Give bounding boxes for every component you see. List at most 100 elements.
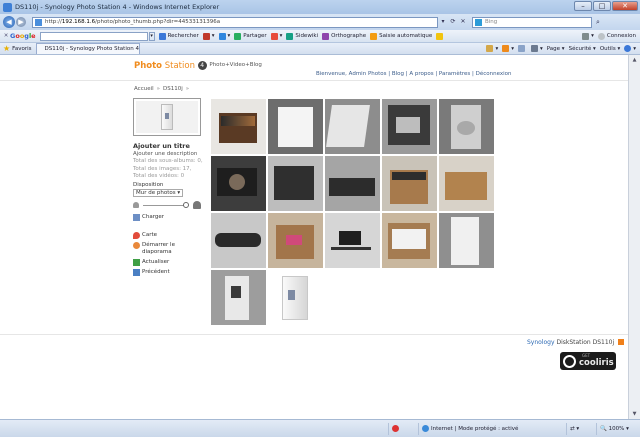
google-pen-button[interactable] [436,32,445,40]
upload-action[interactable]: Charger [133,213,205,221]
rss-icon[interactable] [618,339,625,345]
photo-thumbnail[interactable] [382,99,437,154]
scroll-up-icon[interactable]: ▲ [629,55,640,65]
close-button[interactable]: ✕ [612,1,638,11]
photo-thumbnail[interactable] [211,99,266,154]
security-zone[interactable]: Internet | Mode protégé : activé [418,422,566,435]
google-connect-button[interactable]: Connexion [597,32,636,40]
slideshow-action[interactable]: Démarrer le diaporama [133,241,205,256]
album-cover[interactable] [133,98,201,136]
google-wrench-button[interactable]: ▾ [582,32,594,40]
photo-thumbnail[interactable] [382,156,437,211]
close-toolbar-icon[interactable]: ✕ [2,33,10,39]
window-title-bar: DS110j - Synology Photo Station 4 - Wind… [0,0,640,14]
photo-thumbnail[interactable] [211,270,266,325]
photo-station-logo[interactable]: Photo Station 4 Photo+Video+Blog [134,61,262,71]
scroll-down-icon[interactable]: ▼ [629,409,640,419]
breadcrumb-home-link[interactable]: Accueil [134,86,154,92]
refresh-action[interactable]: Actualiser [133,258,205,266]
refresh-icon [133,258,140,266]
photo-thumbnail[interactable] [268,270,323,325]
command-bar: ▾ ▾ ▾ Page ▾ Sécurité ▾ Outils ▾ ▾ [486,45,640,52]
google-search-dropdown[interactable]: ▾ [148,31,155,41]
album-stats: Total des sous-albums: 0, Total des imag… [133,158,203,179]
photo-thumbnail[interactable] [439,99,494,154]
autofill-icon [370,32,378,40]
browser-tab[interactable]: DS110j - Synology Photo Station 4 [36,43,141,54]
star-icon: ★ [3,44,11,53]
breadcrumb-album-link[interactable]: DS110j [163,86,183,92]
album-sidebar: Ajouter un titre Ajouter une description… [133,142,205,276]
pen-icon [436,32,444,40]
security-menu[interactable]: Sécurité ▾ [569,46,596,52]
previous-action[interactable]: Précédent [133,268,205,276]
refresh-button[interactable]: ⟳ [448,17,458,27]
google-extra-button-1[interactable]: ▾ [202,32,215,40]
cooliris-button[interactable]: GET cooliris [560,352,616,370]
photo-thumbnail[interactable] [268,213,323,268]
top-navigation[interactable]: Bienvenue, Admin Photos | Blog | A propo… [316,71,512,77]
synology-link[interactable]: Synology [527,339,555,346]
mail-button[interactable] [517,45,527,52]
maximize-button[interactable]: □ [593,1,611,11]
google-spellcheck-button[interactable]: Orthographe [322,32,366,40]
vertical-scrollbar[interactable]: ▲ ▼ [628,55,640,419]
photo-thumbnail[interactable] [211,156,266,211]
photo-thumbnail[interactable] [268,156,323,211]
back-arrow-icon [133,268,140,276]
google-share-button[interactable]: Partager [234,32,267,40]
search-go-icon[interactable]: ⌕ [593,17,603,27]
minimize-button[interactable]: – [574,1,592,11]
google-autofill-button[interactable]: Saisie automatique [370,32,432,40]
spellcheck-icon [322,32,330,40]
photo-thumbnail[interactable] [439,156,494,211]
status-bar: Internet | Mode protégé : activé ⇄ ▾ 🔍 1… [0,419,640,437]
photo-thumbnail[interactable] [325,213,380,268]
google-sidewiki-button[interactable]: Sidewiki [286,32,318,40]
map-action[interactable]: Carte [133,231,205,239]
slider-knob[interactable] [183,201,189,208]
page-icon [35,18,42,26]
protected-mode-cell[interactable]: ⇄ ▾ [566,422,596,435]
printer-icon [530,45,538,52]
photo-thumbnail[interactable] [211,213,266,268]
thumbnail-size-slider[interactable] [133,200,205,210]
photo-thumbnail[interactable] [268,99,323,154]
print-button[interactable]: ▾ [530,45,543,52]
photo-thumbnail[interactable] [439,213,494,268]
google-extra-button-3[interactable]: ▾ [270,32,282,40]
tools-menu[interactable]: Outils ▾ [600,46,620,52]
google-extra-button-2[interactable]: ▾ [218,32,230,40]
photo-thumbnail[interactable] [325,99,380,154]
album-description[interactable]: Ajouter une description [133,151,205,157]
feeds-button[interactable]: ▾ [502,45,514,52]
stop-button[interactable]: ✕ [458,17,468,27]
cooliris-label: cooliris [579,358,614,368]
photo-thumbnail[interactable] [382,213,437,268]
rss-icon [502,45,510,52]
disposition-label: Disposition [133,181,164,188]
album-title[interactable]: Ajouter un titre [133,142,205,150]
home-button[interactable]: ▾ [486,45,498,52]
back-button[interactable]: ◀ [3,16,15,28]
google-search-button[interactable]: Rechercher [158,32,199,40]
address-bar[interactable]: http://192.168.1.6/photo/photo_thumb.php… [32,16,438,28]
favorites-button[interactable]: ★ Favoris [3,44,31,53]
gear-icon [218,32,226,40]
home-icon [486,45,494,52]
forward-button[interactable]: ▶ [16,17,26,27]
photo-thumbnail[interactable] [325,156,380,211]
user-icon [597,32,605,40]
search-box[interactable]: Bing [472,16,592,28]
status-error-cell[interactable] [388,422,418,435]
page-menu[interactable]: Page ▾ [547,46,565,52]
bing-icon [475,18,482,26]
address-row: ◀ ▶ http://192.168.1.6/photo/photo_thumb… [0,14,640,30]
address-dropdown-button[interactable]: ▾ [438,17,448,27]
layout-select[interactable]: Mur de photos ▾ [133,188,184,197]
google-search-input[interactable] [39,31,148,41]
zoom-control[interactable]: 🔍 100% ▾ [596,422,640,435]
large-size-icon [193,200,201,209]
help-button[interactable]: ▾ [624,45,636,52]
share-icon [234,32,242,40]
